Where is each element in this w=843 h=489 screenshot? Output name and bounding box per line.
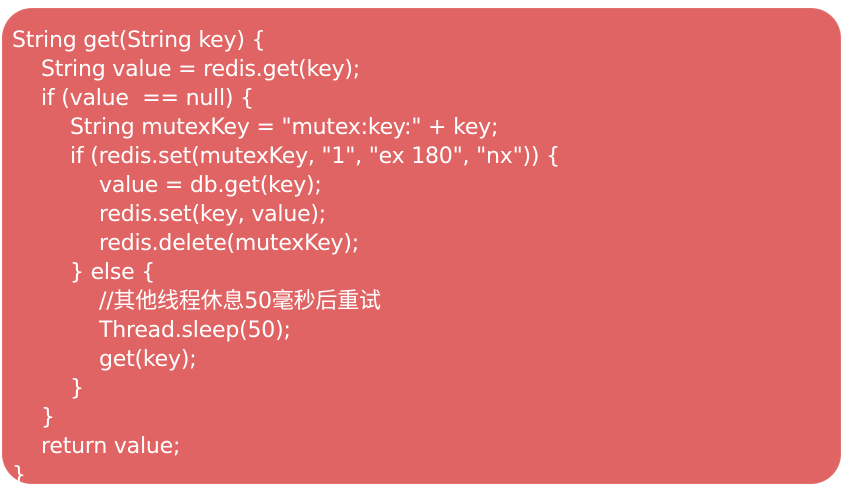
code-line: } xyxy=(12,463,26,484)
code-line: } xyxy=(70,376,84,401)
code-card: String get(String key) { String value = … xyxy=(2,8,841,484)
code-comment-line: //其他线程休息50毫秒后重试 xyxy=(99,289,381,314)
code-line: if (redis.set(mutexKey, "1", "ex 180", "… xyxy=(70,144,560,169)
code-line: } else { xyxy=(70,260,156,285)
code-line: } xyxy=(41,405,55,430)
code-line: String mutexKey = "mutex:key:" + key; xyxy=(70,115,499,140)
code-line: return value; xyxy=(41,434,181,459)
screenshot-stage: String get(String key) { String value = … xyxy=(0,0,843,489)
code-line: value = db.get(key); xyxy=(99,173,322,198)
code-line: if (value == null) { xyxy=(41,86,254,111)
code-block: String get(String key) { String value = … xyxy=(12,26,560,484)
code-line: redis.set(key, value); xyxy=(99,202,327,227)
code-line: get(key); xyxy=(99,347,197,372)
code-line: redis.delete(mutexKey); xyxy=(99,231,359,256)
code-line: String get(String key) { xyxy=(12,28,266,53)
code-line: Thread.sleep(50); xyxy=(99,318,291,343)
code-line: String value = redis.get(key); xyxy=(41,57,361,82)
